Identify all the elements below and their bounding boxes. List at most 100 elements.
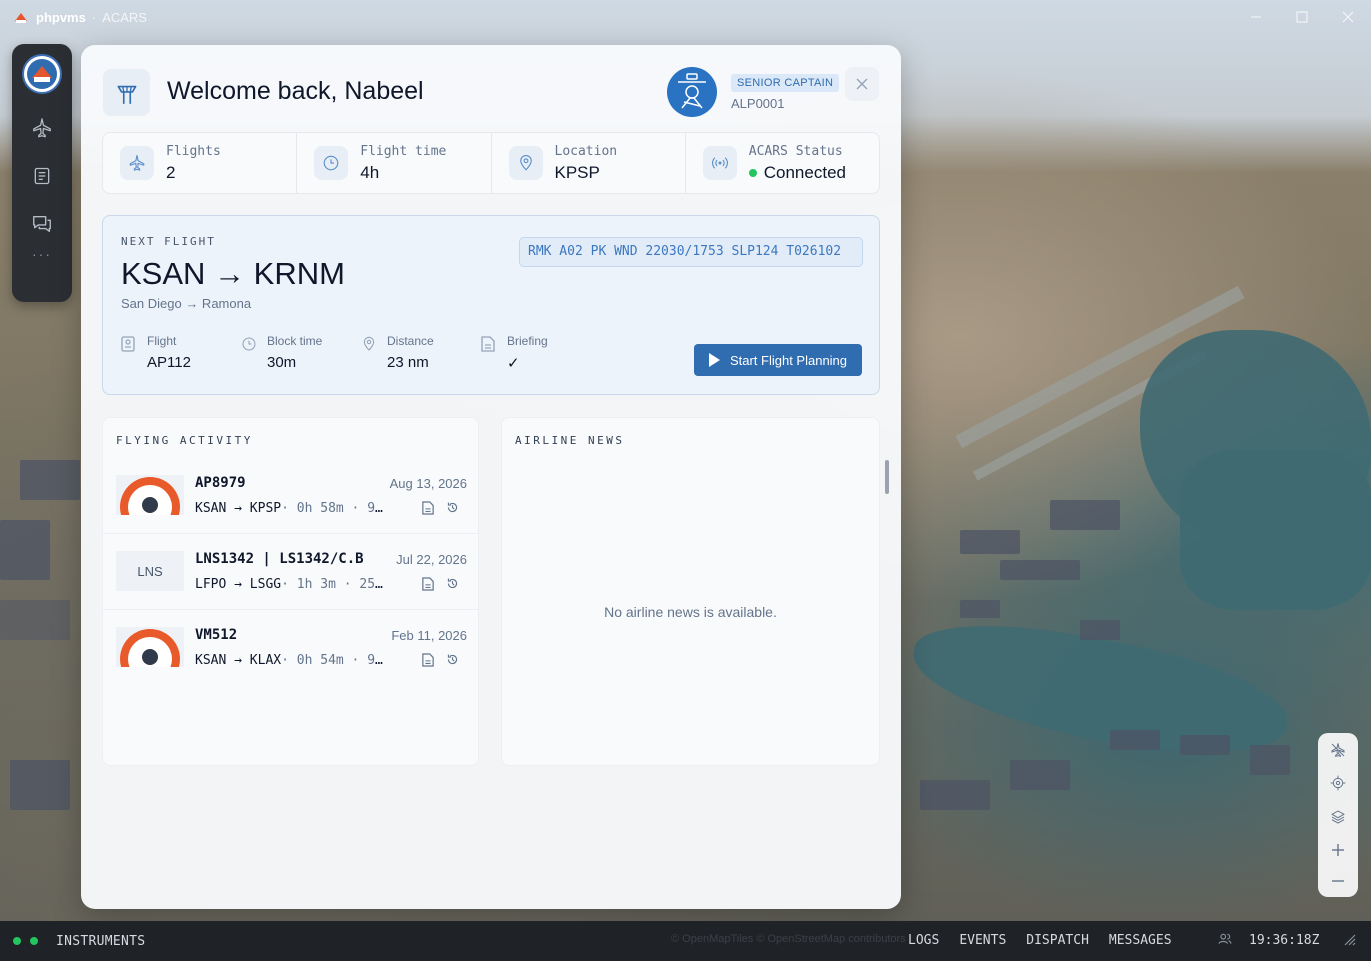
route-destination: KLAX bbox=[249, 653, 282, 668]
next-flight-cities: San Diego → Ramona bbox=[121, 296, 252, 311]
close-icon bbox=[1342, 11, 1354, 23]
stat-value: Connected bbox=[763, 162, 846, 182]
plane-off-icon[interactable] bbox=[1330, 742, 1346, 758]
activity-flight-number: VM512 bbox=[195, 627, 238, 643]
rail-item-flights[interactable] bbox=[20, 108, 64, 148]
history-icon[interactable] bbox=[446, 577, 459, 590]
detail-briefing: Briefing ✓ bbox=[481, 334, 601, 372]
stat-value: 2 bbox=[166, 162, 176, 182]
route-origin: KSAN bbox=[195, 653, 227, 668]
stat-flights: Flights 2 bbox=[103, 133, 298, 193]
rail-item-messages[interactable] bbox=[20, 204, 64, 244]
app-logo-icon bbox=[14, 11, 28, 23]
stat-location: Location KPSP bbox=[492, 133, 686, 193]
activity-flight-number: AP8979 bbox=[195, 475, 246, 491]
activity-actions bbox=[422, 653, 459, 667]
activity-row[interactable]: LNS LNS1342 | LS1342/C.B Jul 22, 2026 LF… bbox=[103, 534, 478, 610]
route-summary: · 0h 58m · 95… bbox=[281, 501, 385, 516]
window-controls bbox=[1233, 0, 1371, 34]
detail-value: 23 nm bbox=[387, 354, 429, 371]
activity-date: Aug 13, 2026 bbox=[389, 476, 467, 491]
next-flight-details: Flight AP112 Block time 30m Distance 23 … bbox=[121, 334, 601, 372]
zoom-in-icon[interactable] bbox=[1331, 843, 1345, 857]
activity-actions bbox=[422, 577, 459, 591]
detail-value: 30m bbox=[267, 354, 297, 371]
bottom-menu: LOGS EVENTS DISPATCH MESSAGES bbox=[908, 933, 1172, 948]
activity-route: LFPO → LSGG· 1h 3m · 257… bbox=[195, 577, 385, 592]
logs-button[interactable]: LOGS bbox=[908, 933, 939, 948]
detail-label: Flight bbox=[147, 334, 177, 348]
app-subtitle: ACARS bbox=[102, 9, 147, 25]
utc-clock: 19:36:18Z bbox=[1249, 933, 1320, 948]
layers-icon[interactable] bbox=[1330, 809, 1346, 825]
route-destination: KPSP bbox=[249, 501, 282, 516]
airline-thumbnail: LNS bbox=[116, 551, 184, 591]
detail-label: Distance bbox=[387, 334, 434, 348]
history-icon[interactable] bbox=[446, 653, 459, 666]
next-flight-label: NEXT FLIGHT bbox=[121, 235, 216, 248]
route-destination: LSGG bbox=[249, 577, 282, 592]
airline-badge-icon bbox=[120, 629, 180, 667]
maximize-button[interactable] bbox=[1279, 0, 1325, 34]
news-empty-message: No airline news is available. bbox=[604, 604, 777, 620]
minimize-icon bbox=[1251, 16, 1261, 18]
rank-badge: SENIOR CAPTAIN bbox=[731, 74, 840, 92]
activity-actions bbox=[422, 501, 459, 515]
section-title: AIRLINE NEWS bbox=[515, 434, 625, 447]
airline-thumbnail bbox=[116, 627, 184, 667]
stat-label: Flight time bbox=[360, 143, 447, 159]
document-icon[interactable] bbox=[422, 653, 434, 667]
close-icon bbox=[856, 78, 868, 90]
avatar[interactable] bbox=[22, 54, 62, 94]
close-panel-button[interactable] bbox=[845, 67, 879, 101]
activity-date: Feb 11, 2026 bbox=[391, 628, 467, 643]
dispatch-button[interactable]: DISPATCH bbox=[1026, 933, 1089, 948]
document-icon[interactable] bbox=[422, 501, 434, 515]
detail-distance: Distance 23 nm bbox=[361, 334, 481, 372]
start-flight-planning-button[interactable]: Start Flight Planning bbox=[694, 344, 862, 376]
activity-route: KSAN → KPSP· 0h 58m · 95… bbox=[195, 501, 385, 516]
activity-route: KSAN → KLAX· 0h 54m · 97… bbox=[195, 653, 385, 668]
minimize-button[interactable] bbox=[1233, 0, 1279, 34]
page-title: Welcome back, Nabeel bbox=[167, 77, 424, 105]
airline-logo-icon bbox=[27, 59, 57, 89]
history-icon[interactable] bbox=[446, 501, 459, 514]
activity-row[interactable]: AP8979 Aug 13, 2026 KSAN → KPSP· 0h 58m … bbox=[103, 458, 478, 534]
briefing-check-icon[interactable]: ✓ bbox=[507, 354, 548, 372]
stat-label: Flights bbox=[166, 143, 221, 159]
status-dot bbox=[748, 168, 757, 177]
stat-value: 4h bbox=[360, 162, 380, 182]
activity-flight-number: LNS1342 | LS1342/C.B bbox=[195, 551, 364, 567]
locate-icon[interactable] bbox=[1330, 775, 1346, 791]
stat-value: KPSP bbox=[554, 162, 600, 182]
airline-thumbnail bbox=[116, 475, 184, 515]
plane-icon bbox=[120, 146, 154, 180]
bottom-bar: INSTRUMENTS © OpenMapTiles © OpenStreetM… bbox=[0, 921, 1371, 961]
left-rail: ··· bbox=[12, 44, 72, 302]
messages-button[interactable]: MESSAGES bbox=[1109, 933, 1172, 948]
window-close-button[interactable] bbox=[1325, 0, 1371, 34]
clock-icon bbox=[314, 146, 349, 180]
section-title: FLYING ACTIVITY bbox=[116, 434, 253, 447]
document-icon[interactable] bbox=[422, 577, 434, 591]
resize-grip-icon[interactable] bbox=[1342, 932, 1356, 950]
more-icon[interactable]: ··· bbox=[32, 246, 52, 262]
rail-item-logbook[interactable] bbox=[20, 156, 64, 196]
route-origin: LFPO bbox=[195, 577, 227, 592]
events-button[interactable]: EVENTS bbox=[959, 933, 1006, 948]
activity-row[interactable]: VM512 Feb 11, 2026 KSAN → KLAX· 0h 54m ·… bbox=[103, 610, 478, 686]
map-attribution[interactable]: © OpenMapTiles © OpenStreetMap contribut… bbox=[671, 933, 906, 945]
zoom-out-icon[interactable] bbox=[1331, 874, 1345, 888]
dashboard-panel: Welcome back, Nabeel SENIOR CAPTAIN ALP0… bbox=[81, 45, 901, 909]
app-title: phpvms bbox=[36, 9, 86, 25]
pin-icon bbox=[361, 336, 379, 372]
status-dot bbox=[30, 937, 38, 945]
scrollbar-handle[interactable] bbox=[885, 460, 889, 494]
instruments-button[interactable]: INSTRUMENTS bbox=[56, 934, 145, 949]
detail-label: Briefing bbox=[507, 334, 548, 348]
stat-flight-time: Flight time 4h bbox=[297, 133, 492, 193]
stats-row: Flights 2 Flight time 4h Location KPSP A… bbox=[102, 132, 880, 194]
detail-label: Block time bbox=[267, 334, 323, 348]
connection-status: Connected bbox=[748, 162, 846, 183]
users-icon[interactable] bbox=[1218, 932, 1232, 950]
